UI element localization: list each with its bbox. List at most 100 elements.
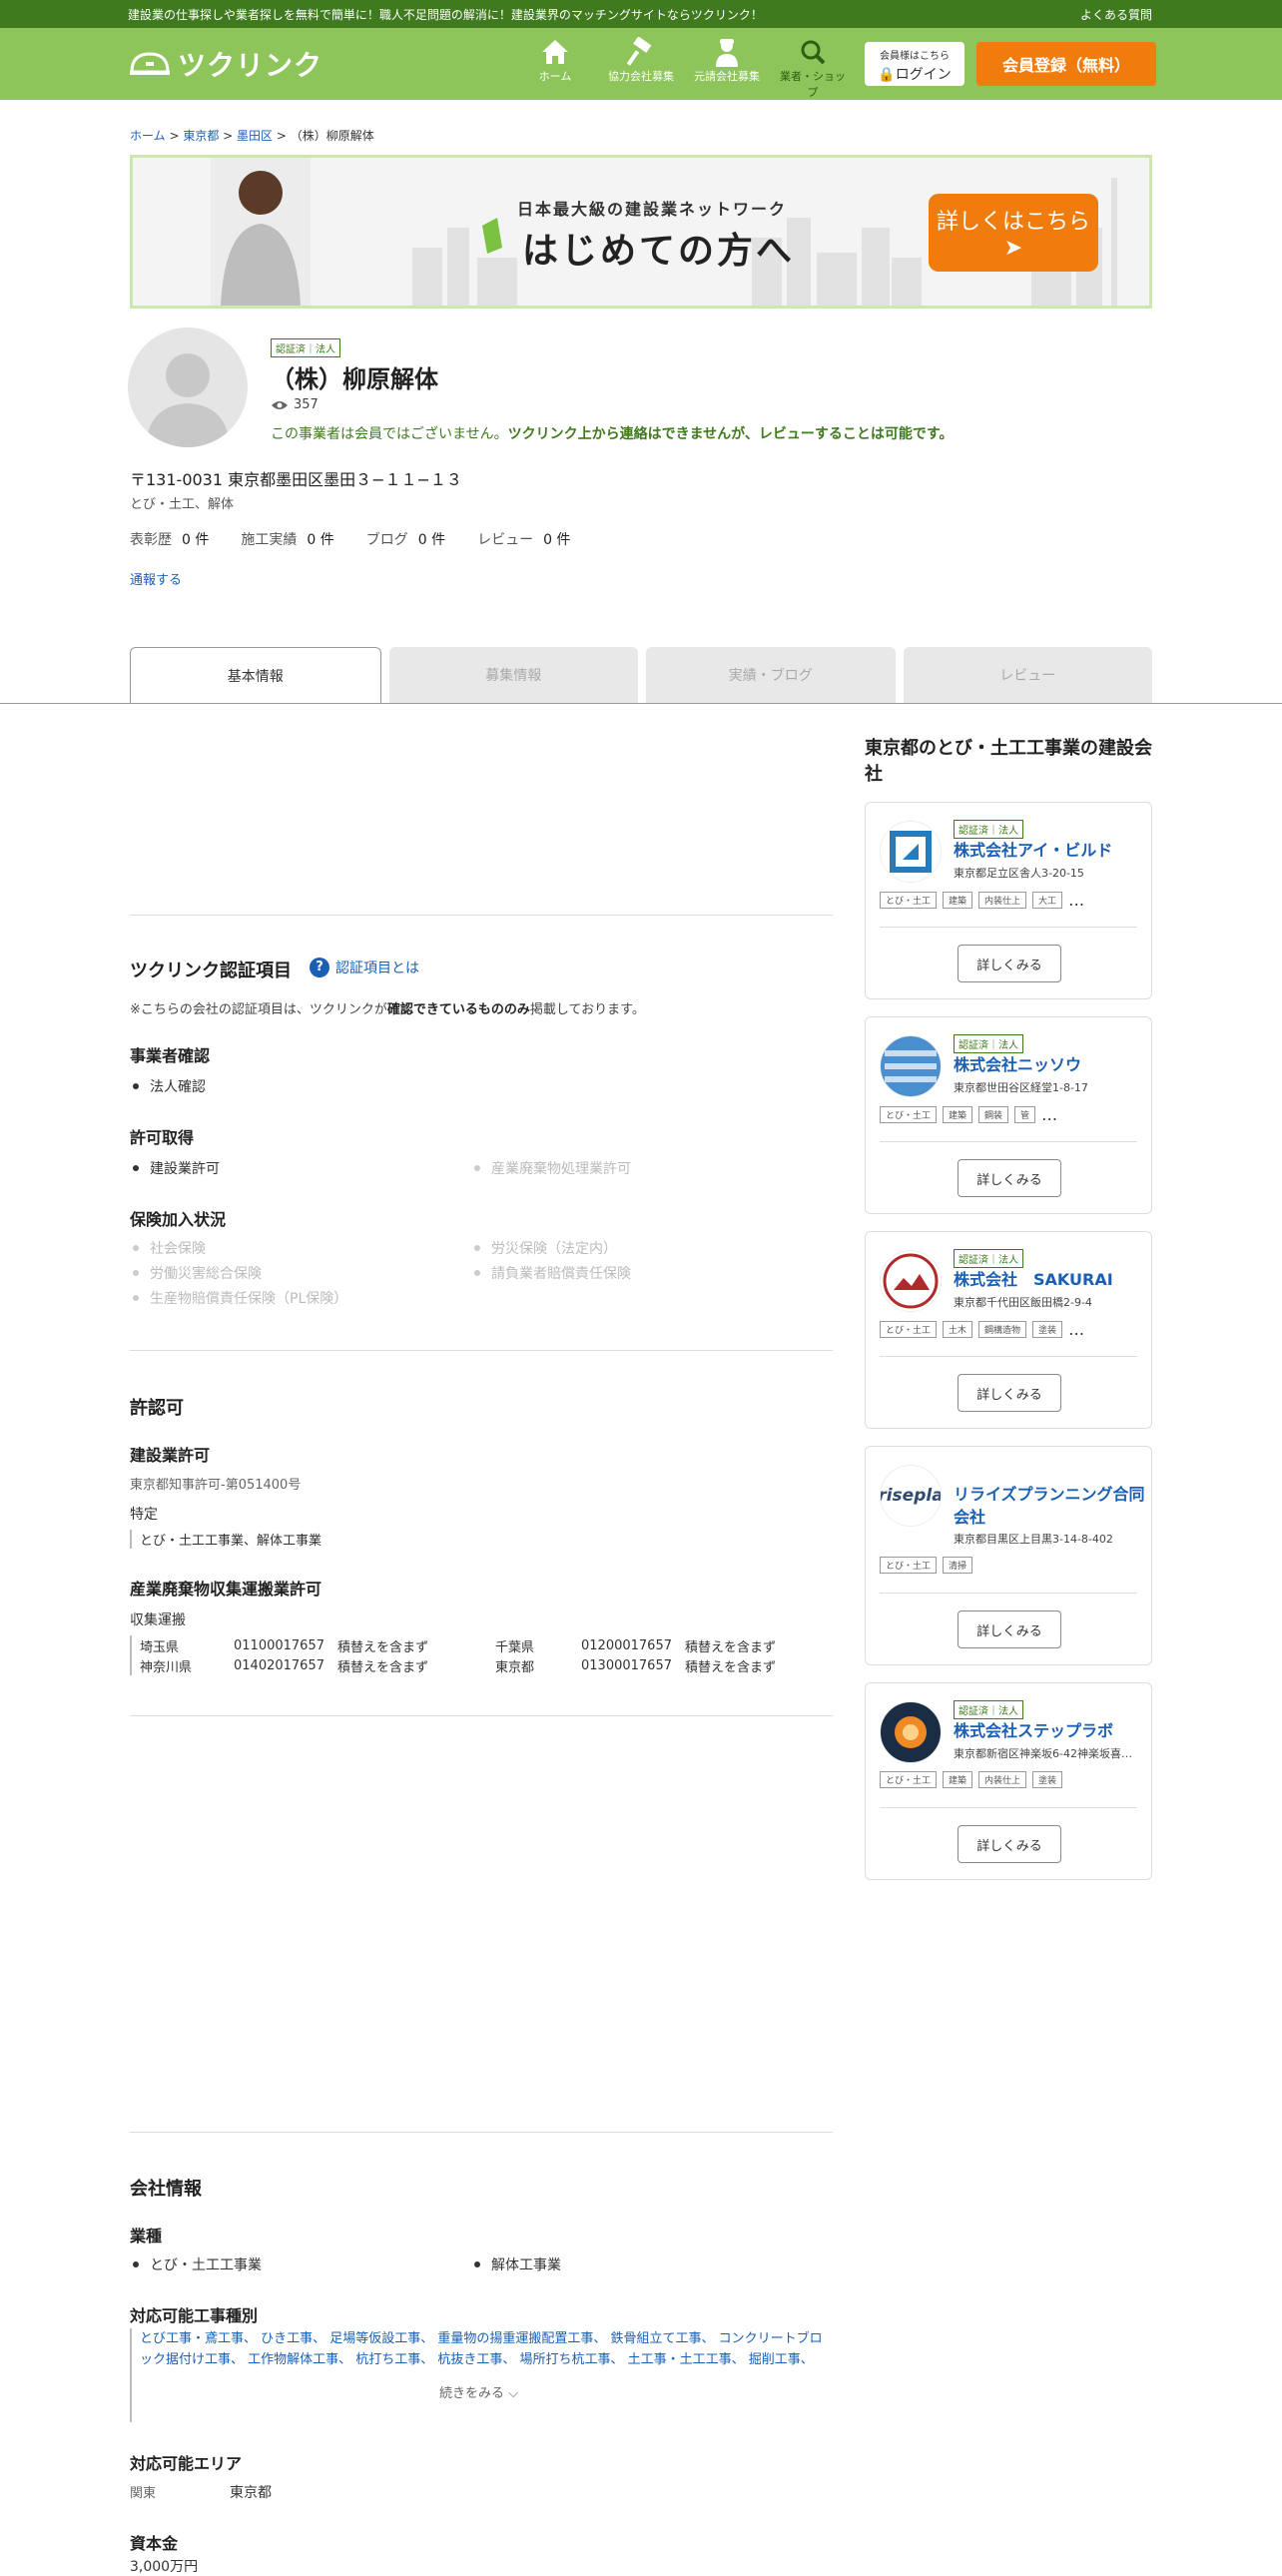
detail-button[interactable]: 詳しくみる: [958, 1159, 1061, 1197]
lock-icon: 🔒: [878, 67, 896, 83]
banner-cta-button[interactable]: 詳しくはこちら ➤: [929, 194, 1098, 272]
verified-badge: 認証済｜法人: [954, 1700, 1023, 1719]
company-card: risepla リライズプランニング合同会社 東京都目黒区上目黒3-14-8-4…: [865, 1446, 1152, 1665]
banner-title: はじめての方へ: [522, 231, 796, 272]
company-card: 認証済｜法人 株式会社ステップラボ 東京都新宿区神楽坂6-42神楽坂喜… とび・…: [865, 1682, 1152, 1880]
nav-partner[interactable]: 協力会社募集: [605, 36, 677, 100]
beginner-banner[interactable]: 日本最大級の建設業ネットワーク はじめての方へ 詳しくはこちら ➤: [130, 155, 1152, 309]
insurance-liability: 請負業者賠償責任保険: [471, 1263, 631, 1283]
login-button[interactable]: 会員様はこちら 🔒ログイン: [865, 42, 964, 86]
stat-reviews[interactable]: レビュー 0 件: [477, 529, 570, 549]
card-company-name[interactable]: 株式会社アイ・ビルド: [954, 839, 1145, 862]
notice-text: この事業者は会員ではございません。: [271, 426, 508, 442]
verified-badge: 認証済｜法人: [954, 1034, 1023, 1053]
insurance-pl: 生産物賠償責任保険（PL保険）: [130, 1288, 347, 1308]
report-link[interactable]: 通報する: [130, 569, 182, 588]
faq-link[interactable]: よくある質問: [1080, 6, 1152, 23]
register-button[interactable]: 会員登録（無料）: [976, 42, 1156, 86]
detail-button[interactable]: 詳しくみる: [958, 1610, 1061, 1648]
work-types-title: 対応可能工事種別: [130, 2306, 259, 2325]
search-icon: [801, 40, 826, 65]
stat-awards[interactable]: 表彰歴 0 件: [130, 529, 209, 549]
company-stats: 表彰歴 0 件 施工実績 0 件 ブログ 0 件 レビュー 0 件: [130, 529, 570, 549]
read-more-link[interactable]: 続きをみる ⌵: [439, 2382, 518, 2401]
card-company-name[interactable]: 株式会社 SAKURAI: [954, 1268, 1145, 1291]
detail-button[interactable]: 詳しくみる: [958, 945, 1061, 982]
company-logo[interactable]: [880, 1035, 942, 1097]
arrow-right-icon: ➤: [1003, 236, 1023, 261]
login-caption: 会員様はこちら: [880, 51, 950, 62]
license-title: 許認可: [130, 1398, 184, 1419]
verified-badge: 認証済｜法人: [271, 338, 340, 357]
worker-icon: [716, 39, 738, 67]
construction-license-title: 建設業許可: [130, 1446, 211, 1465]
logo-text: ツクリンク: [178, 49, 323, 82]
industry-item: とび・土工工事業: [130, 2254, 262, 2274]
tab-basic-info[interactable]: 基本情報: [130, 647, 381, 704]
waste-license-type: 収集運搬: [130, 1612, 186, 1628]
insurance-social: 社会保険: [130, 1238, 206, 1258]
company-logo[interactable]: risepla: [880, 1465, 942, 1527]
divider: [130, 1715, 833, 1716]
work-types-list[interactable]: とび工事・鳶工事、 ひき工事、 足場等仮設工事、 重量物の揚重運搬配置工事、 鉄…: [130, 2328, 833, 2422]
capital-title: 資本金: [130, 2534, 179, 2553]
banner-cta-label: 詳しくはこちら: [936, 210, 1090, 235]
top-bar: 建設業の仕事探しや業者探しを無料で簡単に！職人不足問題の解消に！建設業界のマッチ…: [0, 0, 1282, 28]
insurance-title: 保険加入状況: [130, 1210, 227, 1229]
sidebar-title: 東京都のとび・土工工事業の建設会社: [865, 738, 1152, 785]
capital-value: 3,000万円: [130, 2559, 199, 2575]
nav-shop[interactable]: 業者・ショップ: [777, 36, 849, 100]
nav-home-label: ホーム: [538, 70, 572, 83]
permit-construction: 建設業許可: [130, 1158, 220, 1178]
tab-works-blog[interactable]: 実績・ブログ: [646, 647, 896, 703]
card-tags: とび・土工 建築 鋼装管…: [880, 1105, 1057, 1124]
table-row: 埼玉県 01100017657 積替えを含まず 千葉県 01200017657 積替えを…: [140, 1637, 777, 1655]
verified-badge: 認証済｜法人: [954, 820, 1023, 839]
avatar: [128, 327, 248, 447]
breadcrumb-current: （株）柳原解体: [290, 129, 374, 143]
company-card: 認証済｜法人 株式会社ニッソウ 東京都世田谷区経堂1-8-17 とび・土工 建築鋼…: [865, 1016, 1152, 1214]
nav-home[interactable]: ホーム: [519, 36, 591, 100]
stat-works[interactable]: 施工実績 0 件: [241, 529, 333, 549]
helmet-icon: [130, 52, 170, 75]
card-address: 東京都新宿区神楽坂6-42神楽坂喜…: [954, 1747, 1132, 1760]
nav-prime[interactable]: 元請会社募集: [691, 36, 763, 100]
business-check-title: 事業者確認: [130, 1046, 211, 1065]
breadcrumb-city[interactable]: 墨田区: [237, 129, 273, 143]
nav-partner-label: 協力会社募集: [608, 70, 674, 83]
card-company-name[interactable]: 株式会社ステップラボ: [954, 1719, 1145, 1742]
view-count-value: 357: [294, 397, 319, 412]
company-logo[interactable]: [880, 821, 942, 883]
detail-button[interactable]: 詳しくみる: [958, 1374, 1061, 1412]
card-address: 東京都目黒区上目黒3-14-8-402: [954, 1533, 1113, 1546]
area-region: 関東: [130, 2486, 157, 2501]
license-type: 特定: [130, 1507, 158, 1523]
tab-bar: 基本情報 募集情報 実績・ブログ レビュー: [130, 647, 1152, 704]
breadcrumb-pref[interactable]: 東京都: [183, 129, 219, 143]
license-works: とび・土工工事業、解体工事業: [130, 1530, 321, 1549]
hammer-icon: [626, 37, 652, 66]
insurance-accident: 労働災害総合保険: [130, 1263, 262, 1283]
card-company-name[interactable]: リライズプランニング合同会社: [954, 1483, 1145, 1529]
card-tags: とび・土工 清掃: [880, 1557, 973, 1574]
main-nav: ホーム 協力会社募集 元請会社募集 業者・ショップ: [519, 36, 849, 100]
company-logo[interactable]: [880, 1701, 942, 1763]
card-company-name[interactable]: 株式会社ニッソウ: [954, 1053, 1145, 1076]
breadcrumb-home[interactable]: ホーム: [130, 129, 166, 143]
divider: [130, 915, 833, 916]
tab-reviews[interactable]: レビュー: [903, 647, 1152, 703]
detail-button[interactable]: 詳しくみる: [958, 1825, 1061, 1863]
tab-recruit[interactable]: 募集情報: [388, 647, 638, 703]
company-address: 〒131-0031 東京都墨田区墨田３−１１−１３: [130, 470, 462, 489]
nav-shop-label: 業者・ショップ: [780, 70, 846, 99]
company-logo[interactable]: [880, 1250, 942, 1312]
company-categories: とび・土工、解体: [130, 497, 235, 512]
construction-license-no: 東京都知事許可-第051400号: [130, 1478, 302, 1493]
stat-blog[interactable]: ブログ 0 件: [366, 529, 445, 549]
industry-item: 解体工事業: [471, 2254, 561, 2274]
breadcrumb: ホーム > 東京都 > 墨田区 > （株）柳原解体: [130, 129, 374, 143]
permit-title: 許可取得: [130, 1128, 195, 1147]
cert-help-link[interactable]: ? 認証項目とは: [310, 958, 419, 977]
site-logo[interactable]: ツクリンク: [128, 44, 322, 84]
business-check-item: 法人確認: [130, 1076, 206, 1096]
